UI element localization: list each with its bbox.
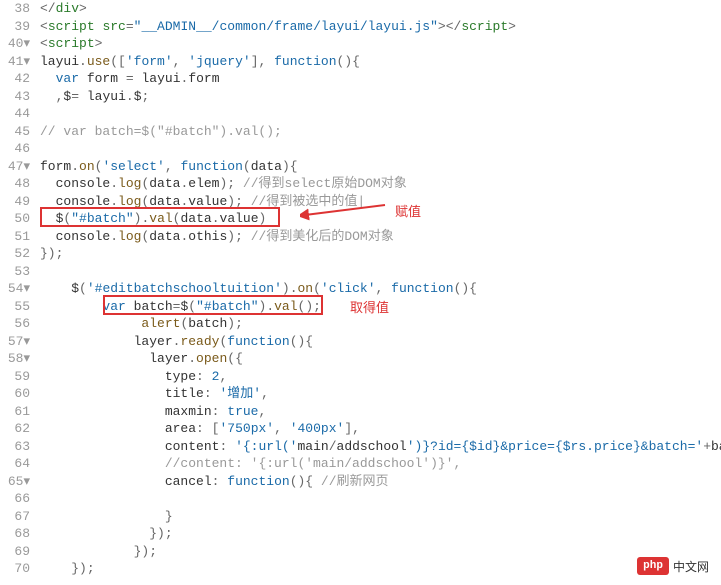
line-number: 70 (0, 560, 30, 578)
code-line: content: '{:url('main/addschool')}?id={$… (40, 438, 721, 456)
code-area: </div><script src="__ADMIN__/common/fram… (36, 0, 721, 578)
line-number: 67 (0, 508, 30, 526)
line-number: 61 (0, 403, 30, 421)
line-number: 69 (0, 543, 30, 561)
line-number: 66 (0, 490, 30, 508)
code-line (40, 105, 721, 123)
line-number: 39 (0, 18, 30, 36)
code-line: //content: '{:url('main/addschool')}', (40, 455, 721, 473)
code-line: console.log(data.elem); //得到select原始DOM对… (40, 175, 721, 193)
line-number: 62 (0, 420, 30, 438)
code-line (40, 140, 721, 158)
code-line: type: 2, (40, 368, 721, 386)
line-number: 52 (0, 245, 30, 263)
code-line: }); (40, 245, 721, 263)
code-line: <script src="__ADMIN__/common/frame/layu… (40, 18, 721, 36)
line-number: 45 (0, 123, 30, 141)
code-line: ,$= layui.$; (40, 88, 721, 106)
annotation-getvalue-label: 取得值 (350, 297, 389, 316)
line-number: 48 (0, 175, 30, 193)
line-number: 58▾ (0, 350, 30, 368)
logo-text: 中文网 (673, 558, 709, 575)
line-number: 42 (0, 70, 30, 88)
line-number: 60 (0, 385, 30, 403)
line-number: 49 (0, 193, 30, 211)
line-number: 41▾ (0, 53, 30, 71)
code-line: layui.use(['form', 'jquery'], function()… (40, 53, 721, 71)
code-line: }); (40, 543, 721, 561)
line-number: 44 (0, 105, 30, 123)
code-line: }); (40, 560, 721, 578)
code-line: }); (40, 525, 721, 543)
code-line: layer.ready(function(){ (40, 333, 721, 351)
line-number: 59 (0, 368, 30, 386)
line-number: 64 (0, 455, 30, 473)
line-number: 46 (0, 140, 30, 158)
watermark-logo: php 中文网 (637, 557, 709, 575)
code-editor: 38 39 40▾41▾42 43 44 45 46 47▾48 49 50 5… (0, 0, 721, 578)
line-number: 65▾ (0, 473, 30, 491)
code-line: alert(batch); (40, 315, 721, 333)
code-line: title: '增加', (40, 385, 721, 403)
code-line: cancel: function(){ //刷新网页 (40, 473, 721, 491)
code-line: // var batch=$("#batch").val(); (40, 123, 721, 141)
code-line: </div> (40, 0, 721, 18)
code-line: maxmin: true, (40, 403, 721, 421)
line-number: 43 (0, 88, 30, 106)
line-number: 63 (0, 438, 30, 456)
line-number: 38 (0, 0, 30, 18)
code-line: <script> (40, 35, 721, 53)
code-line: $('#editbatchschooltuition').on('click',… (40, 280, 721, 298)
logo-badge: php (637, 557, 669, 575)
line-number: 68 (0, 525, 30, 543)
line-number: 47▾ (0, 158, 30, 176)
code-line: form.on('select', function(data){ (40, 158, 721, 176)
line-number: 54▾ (0, 280, 30, 298)
line-number: 56 (0, 315, 30, 333)
code-line (40, 263, 721, 281)
code-line: area: ['750px', '400px'], (40, 420, 721, 438)
code-line: var form = layui.form (40, 70, 721, 88)
line-number-gutter: 38 39 40▾41▾42 43 44 45 46 47▾48 49 50 5… (0, 0, 36, 578)
line-number: 57▾ (0, 333, 30, 351)
line-number: 53 (0, 263, 30, 281)
annotation-assign-label: 赋值 (395, 201, 421, 220)
code-line (40, 490, 721, 508)
line-number: 51 (0, 228, 30, 246)
line-number: 50 (0, 210, 30, 228)
annotation-arrow (300, 197, 390, 233)
code-line: } (40, 508, 721, 526)
code-line: layer.open({ (40, 350, 721, 368)
line-number: 55 (0, 298, 30, 316)
line-number: 40▾ (0, 35, 30, 53)
